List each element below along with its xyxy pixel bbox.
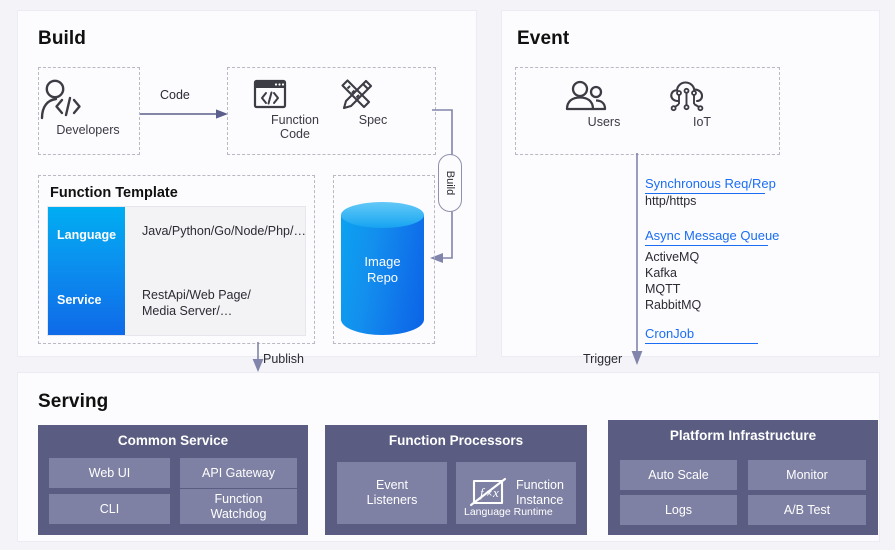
event-trigger-connector [631, 153, 643, 365]
event-item-1-1: Kafka [645, 266, 677, 280]
users-label: Users [587, 115, 621, 129]
pencil-ruler-icon [340, 78, 406, 110]
function-code-label-2: Code [280, 127, 310, 141]
function-instance-label-2: Instance [516, 493, 564, 507]
database-cylinder-icon: Image Repo [341, 202, 424, 335]
chip-function-instance[interactable]: f × x Function Instance Language Runtime [456, 462, 576, 524]
iot-cloud-circuit-icon [668, 80, 736, 112]
node-iot: IoT [668, 80, 736, 129]
chip-cli[interactable]: CLI [49, 494, 170, 524]
function-processors-title: Function Processors [388, 433, 524, 448]
function-template-title: Function Template [50, 185, 178, 201]
function-instance-label-1: Function [516, 478, 564, 492]
event-item-1-2: MQTT [645, 282, 681, 296]
diagram-canvas: Build Developers Code Function Code Spec… [0, 0, 895, 550]
publish-label: Publish [263, 352, 304, 366]
node-developers: Developers [38, 78, 138, 137]
event-panel-title: Event [517, 28, 570, 49]
code-window-icon [252, 78, 338, 110]
chip-monitor[interactable]: Monitor [748, 460, 866, 490]
developer-person-code-icon [38, 78, 138, 120]
function-template-values: Java/Python/Go/Node/Php/… RestApi/Web Pa… [125, 207, 306, 335]
event-group-heading-1: Async Message Queue [645, 228, 779, 246]
code-arrow [140, 109, 228, 119]
ft-value-language: Java/Python/Go/Node/Php/… [142, 224, 306, 238]
trigger-label: Trigger [583, 352, 623, 366]
node-function-code: Function Code [252, 78, 338, 141]
node-spec: Spec [340, 78, 406, 127]
users-group-icon [565, 80, 643, 112]
event-item-1-0: ActiveMQ [645, 250, 700, 264]
function-template-keys: Language Service [48, 207, 125, 335]
ft-key-language: Language [57, 228, 117, 242]
cylinder-top [341, 202, 424, 228]
function-code-label-1: Function [271, 113, 319, 127]
code-edge-label: Code [160, 88, 190, 102]
chip-logs[interactable]: Logs [620, 495, 737, 525]
group-function-processors: Function Processors Event Listeners f × … [325, 425, 587, 535]
event-sources-box [515, 67, 780, 155]
fx-function-icon: f × x [468, 477, 508, 507]
event-item-0-0: http/https [645, 194, 697, 208]
build-panel-title: Build [38, 28, 86, 49]
platform-infrastructure-title: Platform Infrastructure [669, 428, 817, 443]
function-template-table: Language Service Java/Python/Go/Node/Php… [47, 206, 306, 336]
chip-auto-scale[interactable]: Auto Scale [620, 460, 737, 490]
language-runtime-label: Language Runtime [464, 506, 553, 518]
common-service-title: Common Service [117, 433, 229, 448]
chip-ab-test[interactable]: A/B Test [748, 495, 866, 525]
spec-label: Spec [358, 113, 388, 127]
group-common-service: Common Service Web UI API Gateway CLI Fu… [38, 425, 308, 535]
image-repo-label-1: Image [364, 254, 401, 269]
svg-text:x: x [492, 485, 499, 500]
chip-api-gateway[interactable]: API Gateway [180, 458, 297, 488]
developers-label: Developers [56, 123, 120, 137]
ft-value-service: RestApi/Web Page/ Media Server/… [142, 288, 251, 318]
node-users: Users [565, 80, 643, 129]
ft-key-service: Service [57, 293, 102, 307]
build-pill-label: Build [444, 170, 456, 196]
group-platform-infrastructure: Platform Infrastructure Auto Scale Monit… [608, 420, 878, 535]
event-group-heading-0: Synchronous Req/Rep [645, 176, 776, 194]
chip-function-watchdog[interactable]: Function Watchdog [180, 489, 297, 524]
svg-text:×: × [486, 488, 492, 500]
image-repo-label-2: Repo [366, 270, 399, 285]
chip-web-ui[interactable]: Web UI [49, 458, 170, 488]
serving-panel-title: Serving [38, 391, 109, 412]
event-item-1-3: RabbitMQ [645, 298, 702, 312]
iot-label: IoT [692, 115, 712, 129]
event-group-heading-2: CronJob [645, 326, 758, 344]
chip-event-listeners[interactable]: Event Listeners [337, 462, 447, 524]
build-pill: Build [438, 154, 462, 212]
